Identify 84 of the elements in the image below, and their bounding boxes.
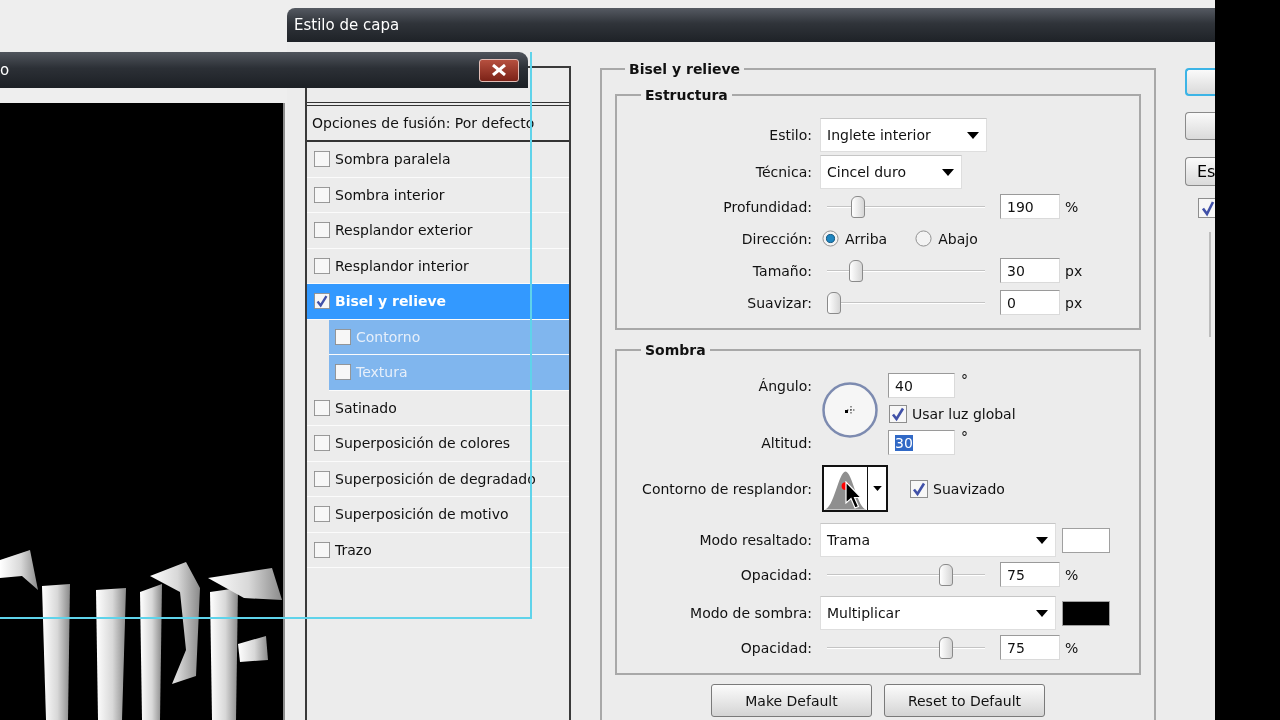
checkbox[interactable] [335,364,351,381]
checkbox[interactable] [314,186,330,203]
field-label: Modo de sombra: [689,605,812,621]
caret-icon [872,486,882,491]
number-field[interactable]: 75 [1000,562,1060,587]
checkbox[interactable] [335,328,351,345]
slider-track[interactable] [827,636,985,659]
checkbox[interactable] [314,506,330,523]
checkbox[interactable] [910,479,928,498]
dropdown[interactable]: Trama [820,523,1056,557]
number-field[interactable]: 0 [1000,290,1060,315]
color-swatch-icon[interactable] [1062,527,1110,553]
close-icon [491,64,507,76]
field-label: Técnica: [754,164,812,180]
contour-picker[interactable] [822,465,888,512]
checkbox[interactable] [314,399,330,416]
field-label: Opacidad: [739,639,812,656]
unit-label: % [1065,639,1079,656]
slider-track[interactable] [827,291,985,314]
field-label: Ángulo: [757,377,812,394]
checkbox[interactable] [314,257,330,274]
slider-track[interactable] [827,259,985,282]
caret-icon [966,131,979,139]
checkbox[interactable] [314,470,330,487]
unit-label: % [1065,198,1079,215]
dropdown[interactable]: Cincel duro [820,155,962,189]
window-title: o [0,61,10,79]
radio-button[interactable] [915,230,933,247]
checkbox-label[interactable]: Usar luz global [912,406,1016,422]
number-field[interactable]: 30 [1000,258,1060,283]
checkbox[interactable] [314,222,330,239]
radio-label[interactable]: Abajo [938,230,978,247]
field-label: Altitud: [760,434,812,451]
slider-thumb[interactable] [939,636,954,659]
slider-thumb[interactable] [848,259,863,282]
radio-button[interactable] [822,230,839,247]
slider-thumb[interactable] [827,291,841,314]
checkbox[interactable] [314,541,330,558]
group-title: Estructura [644,87,729,103]
angle-dial[interactable] [822,382,878,438]
slider-thumb[interactable] [939,563,954,586]
unit-label: % [1065,566,1079,583]
group-title: Sombra [644,342,707,358]
caret-icon [1036,536,1048,544]
dropdown[interactable]: Inglete interior [820,118,987,152]
slider-thumb[interactable] [851,195,866,218]
field-label: Modo resaltado: [698,532,812,548]
number-field[interactable]: 190 [1000,194,1060,219]
window-title: Estilo de capa [294,16,400,34]
checkbox[interactable] [889,405,907,423]
dialog-button[interactable]: Es [1185,157,1215,186]
slider-track[interactable] [827,563,985,586]
field-label: Opacidad: [739,566,812,583]
checkbox[interactable] [314,151,330,168]
caret-icon [1036,609,1048,617]
field-label: Suavizar: [746,294,812,311]
field-label: Contorno de resplandor: [641,480,812,497]
radio-label[interactable]: Arriba [845,230,888,247]
color-swatch-icon[interactable] [1062,600,1110,626]
slider-track[interactable] [827,195,985,218]
field-label: Tamaño: [751,262,812,279]
number-field[interactable]: 75 [1000,635,1060,660]
mouse-cursor-icon [845,481,863,509]
checkbox[interactable] [1198,198,1215,218]
field-label: Profundidad: [722,198,812,215]
dialog-button[interactable]: Reset to Default [884,684,1045,717]
dialog-button[interactable] [1185,68,1215,96]
checkbox-label[interactable]: Suavizado [933,480,1005,497]
field-label: Estilo: [768,127,812,143]
dialog-button[interactable] [1185,112,1215,140]
checkbox[interactable] [314,293,330,310]
unit-label: px [1065,262,1083,279]
checkbox[interactable] [314,435,330,452]
caret-icon [941,168,954,176]
number-field[interactable]: 40 [888,373,955,398]
unit-label: ° [961,373,968,387]
dialog-button[interactable]: Make Default [711,684,872,717]
close-button[interactable] [479,58,519,82]
field-label: Dirección: [740,230,812,247]
dropdown[interactable]: Multiplicar [820,596,1056,630]
unit-label: ° [961,430,968,444]
number-field[interactable]: 30 [888,430,955,455]
group-title: Bisel y relieve [628,61,742,77]
unit-label: px [1065,294,1083,311]
